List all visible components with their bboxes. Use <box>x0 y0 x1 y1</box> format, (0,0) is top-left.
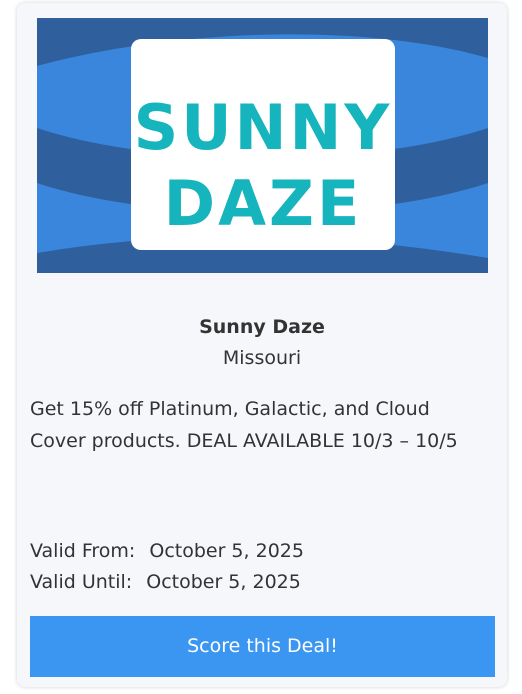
valid-from-row: Valid From: October 5, 2025 <box>30 540 304 562</box>
score-deal-button[interactable]: Score this Deal! <box>30 616 495 677</box>
deal-description: Get 15% off Platinum, Galactic, and Clou… <box>30 398 458 452</box>
logo-wordmark-line2: DAZE <box>163 167 363 240</box>
valid-until-row: Valid Until: October 5, 2025 <box>30 571 301 593</box>
brand-state: Missouri <box>222 347 302 369</box>
deal-card: SUNNY DAZE Sunny Daze Missouri Get 15% o… <box>17 3 507 687</box>
valid-from-label: Valid From: <box>30 540 136 562</box>
brand-logo: SUNNY DAZE <box>131 39 395 250</box>
logo-wordmark-line1: SUNNY <box>133 91 393 164</box>
valid-from-value: October 5, 2025 <box>149 540 304 562</box>
valid-until-label: Valid Until: <box>30 571 133 593</box>
brand-name: Sunny Daze <box>199 316 325 338</box>
valid-until-value: October 5, 2025 <box>146 571 301 593</box>
deal-banner-image: SUNNY DAZE <box>37 18 488 273</box>
